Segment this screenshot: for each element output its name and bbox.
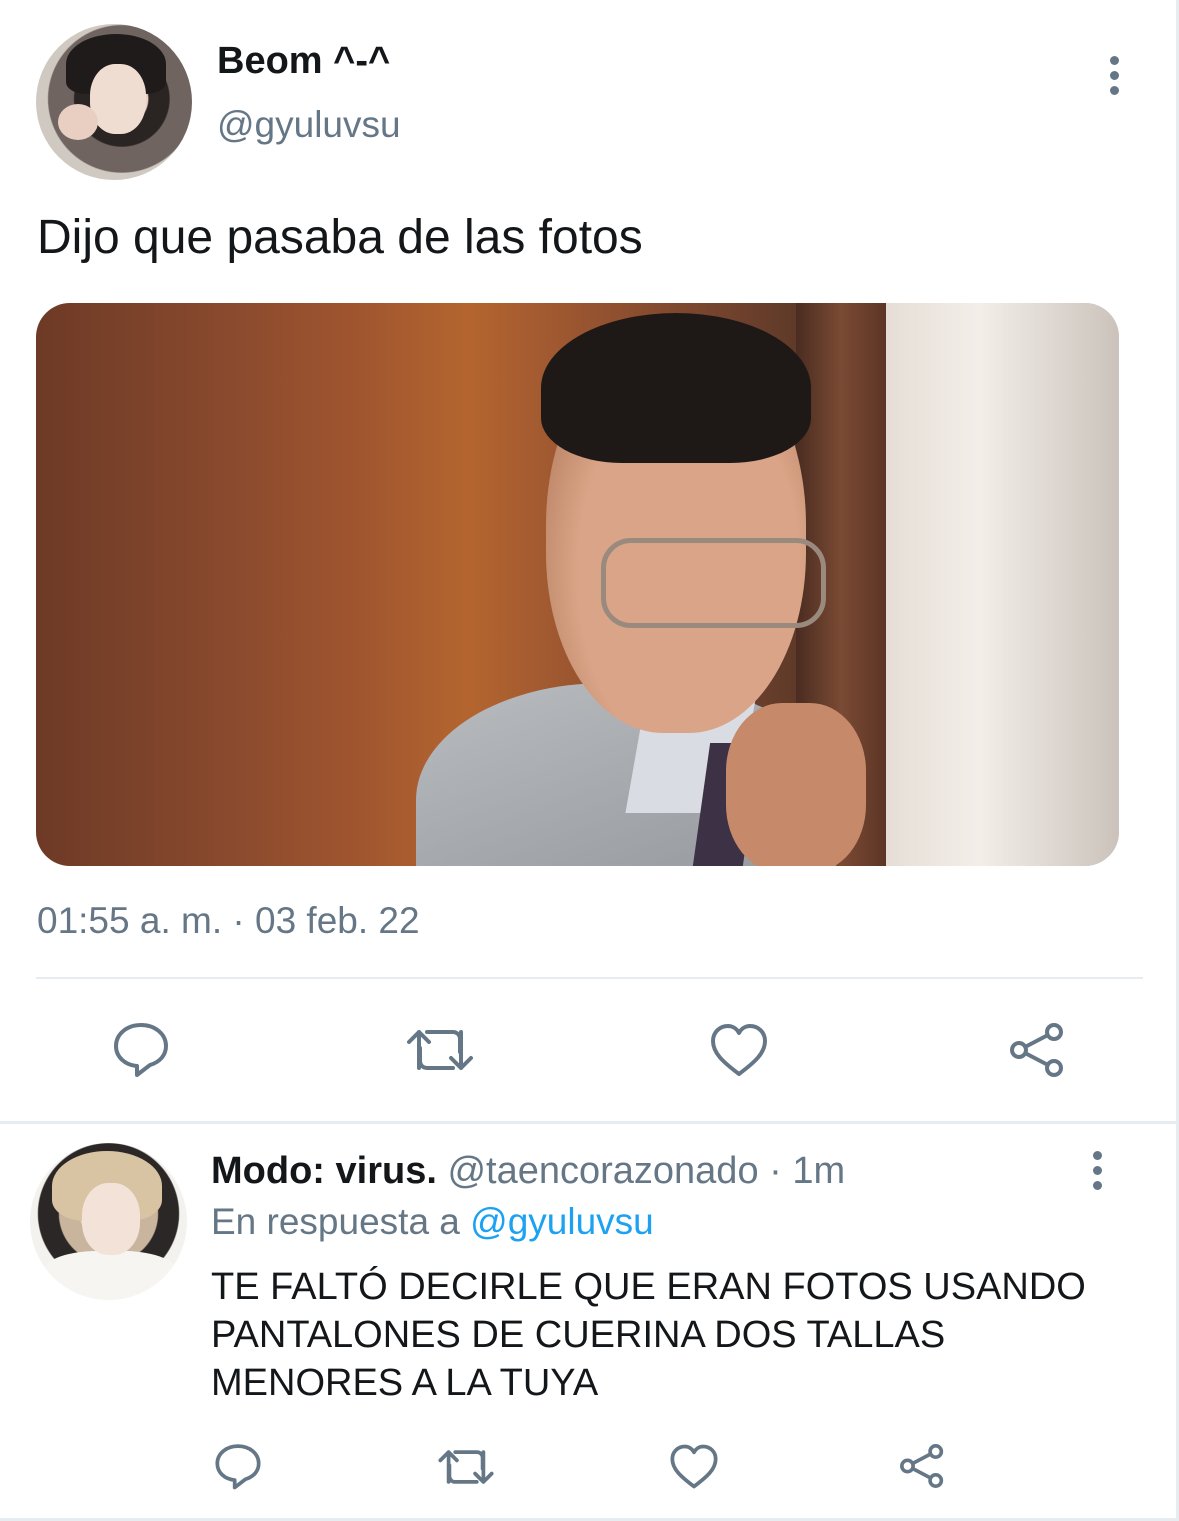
reply-retweet-icon[interactable] bbox=[437, 1445, 495, 1489]
reply-time: 1m bbox=[792, 1150, 846, 1192]
meta-separator: · bbox=[758, 1150, 793, 1192]
divider bbox=[36, 977, 1143, 979]
in-reply-to-label: En respuesta a bbox=[211, 1201, 471, 1242]
avatar-hand bbox=[58, 104, 98, 140]
reply-author-avatar[interactable] bbox=[30, 1143, 187, 1300]
author-avatar[interactable] bbox=[36, 24, 192, 180]
reply-more-options-icon[interactable] bbox=[1081, 1147, 1117, 1195]
avatar-face bbox=[90, 64, 146, 134]
reply-author-name[interactable]: Modo: virus. bbox=[211, 1150, 437, 1192]
reply-share-icon[interactable] bbox=[897, 1442, 947, 1490]
section-divider bbox=[0, 1121, 1179, 1124]
reply-like-icon[interactable] bbox=[669, 1443, 719, 1490]
tweet-media-image[interactable] bbox=[36, 303, 1119, 866]
reply-header: Modo: virus. @taencorazonado · 1m bbox=[211, 1150, 845, 1193]
tweet-text: Dijo que pasaba de las fotos bbox=[37, 211, 643, 264]
retweet-icon[interactable] bbox=[405, 1024, 475, 1076]
reply-author-handle[interactable]: @taencorazonado bbox=[447, 1150, 758, 1192]
tweet-timestamp[interactable]: 01:55 a. m. · 03 feb. 22 bbox=[37, 900, 420, 942]
reply-reply-icon[interactable] bbox=[214, 1442, 262, 1490]
in-reply-to-mention[interactable]: @gyuluvsu bbox=[470, 1201, 654, 1242]
reply-icon[interactable] bbox=[112, 1021, 170, 1077]
reply-text: TE FALTÓ DECIRLE QUE ERAN FOTOS USANDO P… bbox=[211, 1266, 1086, 1404]
share-icon[interactable] bbox=[1006, 1021, 1068, 1079]
in-reply-to: En respuesta a @gyuluvsu bbox=[211, 1201, 654, 1243]
author-name[interactable]: Beom ^-^ bbox=[217, 40, 390, 83]
more-options-icon[interactable] bbox=[1098, 52, 1134, 100]
author-handle[interactable]: @gyuluvsu bbox=[217, 104, 401, 146]
like-icon[interactable] bbox=[709, 1022, 769, 1078]
